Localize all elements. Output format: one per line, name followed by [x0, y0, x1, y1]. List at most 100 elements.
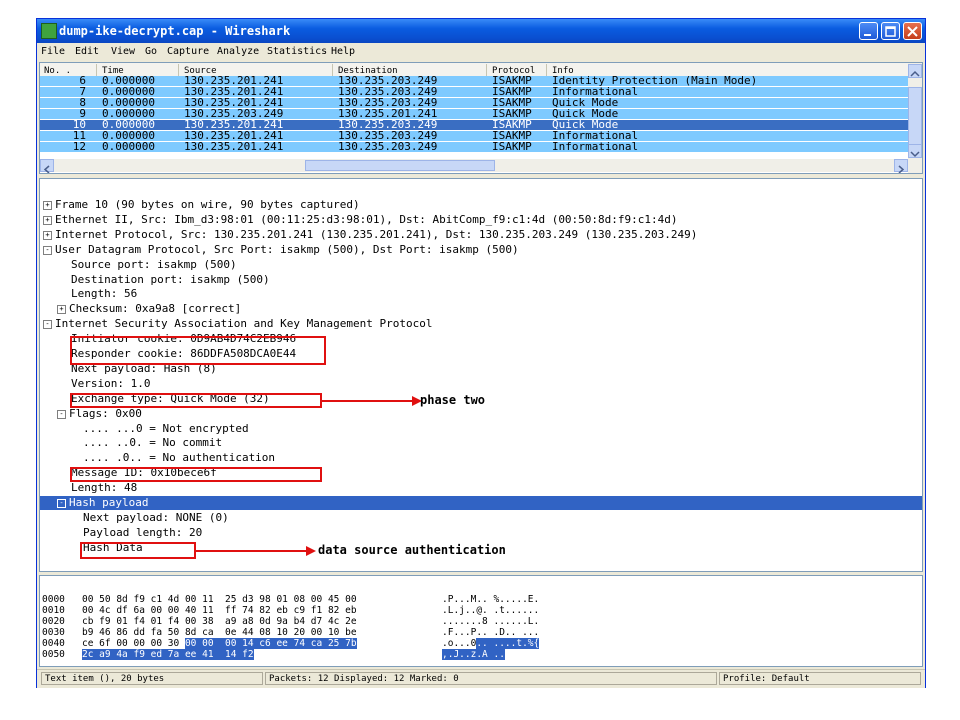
detail-tree-row[interactable]: .... .0.. = No authentication	[40, 451, 922, 465]
hex-ascii-selected: ,.J..z.A ..	[442, 649, 505, 660]
scroll-up-button[interactable]	[908, 64, 922, 78]
menu-edit[interactable]: Edit	[75, 46, 99, 57]
detail-tree-row[interactable]: Length: 48	[40, 481, 922, 495]
packet-row[interactable]: 8 0.000000 130.235.201.241 130.235.203.249 I…	[40, 98, 908, 108]
detail-tree-label: Next payload: NONE (0)	[83, 510, 229, 524]
column-header-protocol[interactable]: Protocol	[492, 66, 535, 76]
expand-icon[interactable]: +	[57, 305, 66, 315]
maximize-button[interactable]	[881, 22, 900, 40]
packet-row[interactable]: 12 0.000000 130.235.201.241 130.235.203.249…	[40, 142, 908, 152]
maximize-icon	[885, 26, 896, 37]
collapse-icon[interactable]: -	[43, 245, 52, 255]
column-header-no[interactable]: No. .	[44, 66, 71, 76]
collapse-icon[interactable]: -	[43, 320, 52, 330]
packet-cell-no: 9	[79, 109, 86, 119]
collapse-icon[interactable]: -	[57, 499, 66, 508]
detail-tree-label: Responder cookie: 86DDFA508DCA0E44	[71, 347, 297, 360]
expand-icon[interactable]: +	[43, 201, 52, 210]
minimize-button[interactable]	[859, 22, 878, 40]
detail-tree-row[interactable]: - Internet Security Association and Key M…	[40, 317, 922, 331]
detail-tree-row[interactable]: Version: 1.0	[40, 377, 922, 391]
packet-cell-dst: 130.235.203.249	[338, 98, 438, 108]
column-header-time[interactable]: Time	[102, 66, 124, 76]
menu-go[interactable]: Go	[145, 46, 157, 57]
detail-tree-label: Next payload: Hash (8)	[71, 361, 217, 375]
detail-tree-label: User Datagram Protocol, Src Port: isakmp…	[55, 242, 519, 256]
hex-offset: 0040	[42, 638, 65, 649]
detail-tree-row[interactable]: + Frame 10 (90 bytes on wire, 90 bytes ca…	[40, 198, 922, 212]
detail-tree-row[interactable]: Source port: isakmp (500)	[40, 258, 922, 272]
scroll-down-button[interactable]	[908, 144, 922, 158]
detail-tree-label: Hash payload	[69, 496, 149, 509]
expand-icon[interactable]: +	[43, 230, 52, 240]
detail-tree-row[interactable]: Payload length: 20	[40, 526, 922, 540]
detail-tree-row[interactable]: Responder cookie: 86DDFA508DCA0E44	[40, 347, 922, 361]
hex-bytes-selected: 2c a9 4a f9 ed 7a ee 41 14 f2	[82, 649, 254, 660]
packet-cell-time: 0.000000	[102, 142, 155, 152]
menu-help[interactable]: Help	[331, 46, 355, 57]
detail-tree-row[interactable]: Destination port: isakmp (500)	[40, 273, 922, 287]
detail-tree-row[interactable]: .... ...0 = Not encrypted	[40, 422, 922, 436]
scroll-right-button[interactable]	[894, 159, 908, 173]
packet-row[interactable]: 11 0.000000 130.235.201.241 130.235.203.249…	[40, 131, 908, 141]
menu-capture[interactable]: Capture	[167, 46, 209, 57]
column-header-info[interactable]: Info	[552, 66, 574, 76]
packet-row[interactable]: 9 0.000000 130.235.203.249 130.235.201.241 I…	[40, 109, 908, 119]
detail-tree-row[interactable]: Next payload: Hash (8)	[40, 362, 922, 376]
close-button[interactable]	[903, 22, 922, 40]
scroll-left-button[interactable]	[40, 159, 54, 173]
hex-ascii-selected: .. ....t.%{	[476, 638, 540, 649]
menu-view[interactable]: View	[111, 46, 135, 57]
detail-tree-label: Destination port: isakmp (500)	[71, 272, 270, 286]
packet-cell-info: Identity Protection (Main Mode)	[552, 76, 758, 86]
packet-row[interactable]: 6 0.000000 130.235.201.241 130.235.203.249 I…	[40, 76, 908, 86]
detail-tree-row[interactable]: - Flags: 0x00	[40, 407, 922, 421]
column-header-destination[interactable]: Destination	[338, 66, 398, 76]
hscroll-thumb[interactable]	[305, 160, 495, 171]
packet-cell-time: 0.000000	[102, 131, 155, 141]
column-header-source[interactable]: Source	[184, 66, 217, 76]
vscroll-thumb[interactable]	[908, 87, 922, 147]
detail-tree-row[interactable]: - User Datagram Protocol, Src Port: isakm…	[40, 243, 922, 257]
detail-tree-label: Flags: 0x00	[69, 406, 142, 420]
detail-tree-row[interactable]: Initiator cookie: 0D9AB4D74C2EB946	[40, 332, 922, 346]
status-profile[interactable]: Profile: Default	[719, 672, 921, 685]
packet-cell-info: Quick Mode	[552, 109, 619, 119]
packet-cell-dst: 130.235.203.249	[338, 142, 438, 152]
detail-tree-row[interactable]: + Ethernet II, Src: Ibm_d3:98:01 (00:11:2…	[40, 213, 922, 227]
packet-row[interactable]: 10 0.000000 130.235.201.241 130.235.203.249…	[40, 120, 908, 130]
title-bar[interactable]: dump-ike-decrypt.cap - Wireshark	[37, 19, 925, 43]
menu-analyze[interactable]: Analyze	[217, 46, 259, 57]
close-icon	[907, 26, 918, 37]
hex-bytes: b9 46 86 dd fa 50 8d ca 0e 44 08 10 20 0…	[82, 627, 357, 638]
detail-tree-row[interactable]: Length: 56	[40, 287, 922, 301]
packet-cell-dst: 130.235.203.249	[338, 120, 438, 130]
packet-row[interactable]: 7 0.000000 130.235.201.241 130.235.203.249 I…	[40, 87, 908, 97]
packet-cell-info: Informational	[552, 142, 639, 152]
status-bar: Text item (), 20 bytes Packets: 12 Displ…	[37, 669, 925, 688]
detail-tree-label: .... ...0 = Not encrypted	[83, 421, 249, 435]
hex-ascii: .P...M.. %.....E.	[442, 594, 540, 605]
detail-tree-row[interactable]: - Hash payload	[40, 496, 922, 510]
packet-list-vscrollbar[interactable]	[908, 63, 922, 173]
detail-tree-label: .... ..0. = No commit	[83, 436, 223, 450]
hex-ascii: .L.j..@. .t......	[442, 605, 540, 616]
detail-tree-row[interactable]: Next payload: NONE (0)	[40, 511, 922, 525]
detail-tree-row[interactable]: Message ID: 0x10bece6f	[40, 466, 922, 480]
detail-tree-row[interactable]: + Checksum: 0xa9a8 [correct]	[40, 302, 922, 316]
collapse-icon[interactable]: -	[57, 409, 66, 419]
packet-cell-no: 12	[72, 142, 86, 152]
expand-icon[interactable]: +	[43, 215, 52, 225]
detail-tree-row[interactable]: .... ..0. = No commit	[40, 436, 922, 450]
hex-offset: 0010	[42, 605, 65, 616]
menu-file[interactable]: File	[41, 46, 65, 57]
packet-cell-proto: ISAKMP	[492, 131, 532, 141]
detail-tree-label: Hash Data	[83, 540, 143, 554]
menu-statistics[interactable]: Statistics	[267, 46, 327, 57]
detail-tree-row[interactable]: + Internet Protocol, Src: 130.235.201.241…	[40, 228, 922, 242]
packet-list-hscrollbar[interactable]	[40, 159, 908, 173]
packet-cell-src: 130.235.201.241	[184, 120, 284, 130]
packet-cell-src: 130.235.201.241	[184, 76, 284, 86]
hex-bytes: 00 4c df 6a 00 00 40 11 ff 74 82 eb c9 f…	[82, 605, 357, 616]
hex-ascii: .......8 ......L.	[442, 616, 540, 627]
